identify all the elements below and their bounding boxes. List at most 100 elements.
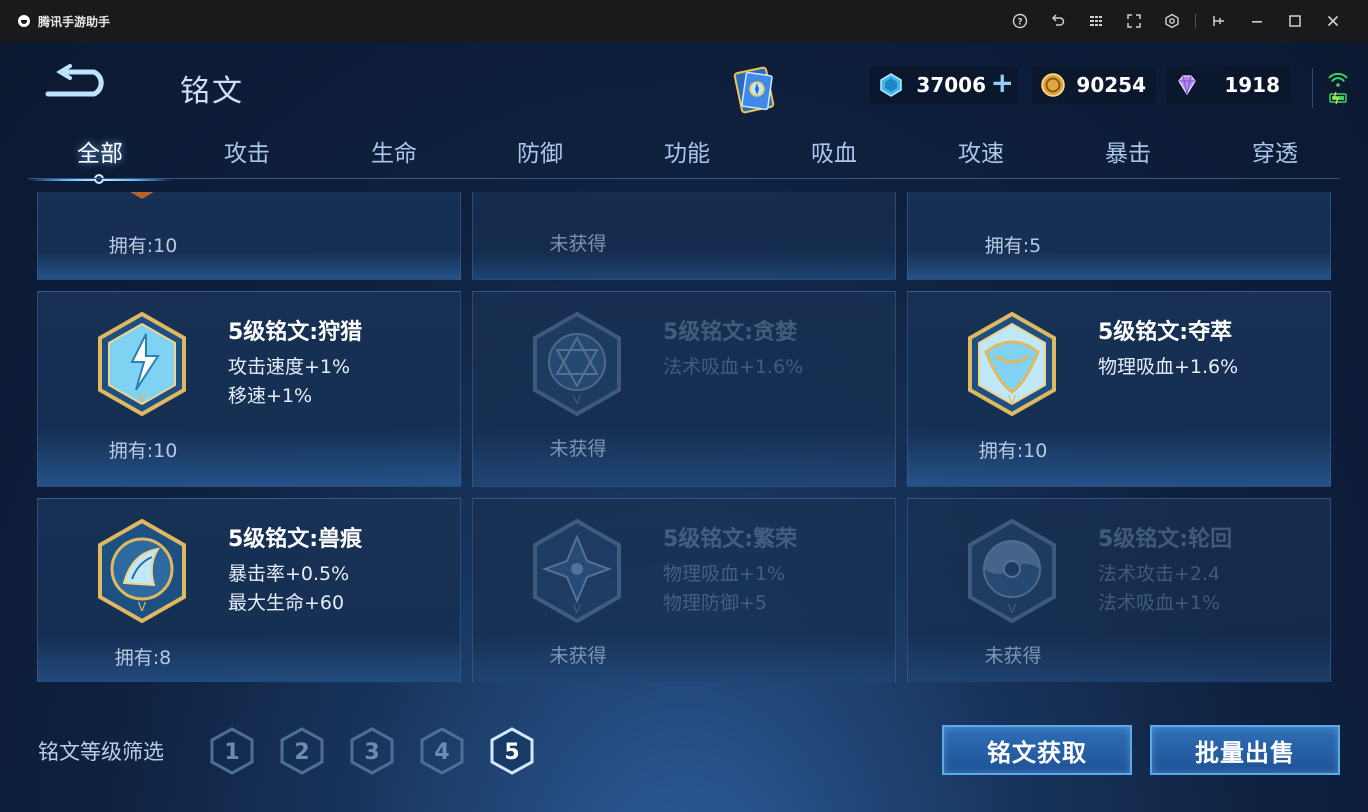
diamond-currency: 37006 + xyxy=(870,66,1018,104)
rune-card-reincarnation[interactable]: V 5级铭文:轮回 法术攻击+2.4 法术吸血+1% 未获得 xyxy=(907,498,1331,682)
tab-lifesteal[interactable]: 吸血 xyxy=(764,134,904,174)
tabs-divider xyxy=(28,178,1340,179)
obtain-rune-button[interactable]: 铭文获取 xyxy=(942,725,1132,775)
rune-attribute: 物理吸血+1.6% xyxy=(1098,356,1239,378)
extract-rune-icon: V xyxy=(968,312,1056,416)
titlebar-divider xyxy=(1195,14,1196,28)
level-number: 4 xyxy=(434,740,449,765)
help-icon[interactable]: ? xyxy=(1001,0,1039,42)
level-filter-label: 铭文等级筛选 xyxy=(38,740,164,764)
reincarnation-rune-icon: V xyxy=(968,519,1056,623)
prosperity-rune-icon: V xyxy=(533,519,621,623)
owned-count: 未获得 xyxy=(549,438,607,460)
owned-count: 拥有:8 xyxy=(114,647,172,669)
svg-text:?: ? xyxy=(1017,18,1022,28)
level-number: 5 xyxy=(504,740,519,765)
rune-card[interactable]: 拥有:10 xyxy=(37,192,461,280)
svg-text:V: V xyxy=(1008,602,1017,616)
svg-text:V: V xyxy=(573,602,582,616)
device-status xyxy=(1312,68,1352,108)
svg-text:V: V xyxy=(1008,393,1017,407)
level-filter-1[interactable]: 1 xyxy=(208,726,256,776)
window-titlebar: 腾讯手游助手 ? xyxy=(0,0,1368,42)
svg-text:V: V xyxy=(138,391,147,405)
rune-attribute: 攻击速度+1% xyxy=(228,356,351,378)
level-number: 1 xyxy=(224,740,239,765)
rune-card-greed[interactable]: V 5级铭文:贪婪 法术吸血+1.6% 未获得 xyxy=(472,291,896,487)
rune-name: 5级铭文:狩猎 xyxy=(228,320,363,345)
tab-utility[interactable]: 功能 xyxy=(617,134,757,174)
add-diamond-button[interactable]: + xyxy=(991,66,1014,99)
rune-card[interactable]: 拥有:5 xyxy=(907,192,1331,280)
diamond-value: 37006 xyxy=(916,73,986,97)
settings-icon[interactable] xyxy=(1153,0,1191,42)
rune-book-icon[interactable] xyxy=(728,64,782,114)
level-filter-5-selected[interactable]: 5 xyxy=(488,726,536,776)
rune-attribute: 物理吸血+1% xyxy=(663,563,786,585)
rune-attribute: 暴击率+0.5% xyxy=(228,563,350,585)
tab-attack[interactable]: 攻击 xyxy=(177,134,317,174)
level-filter-4[interactable]: 4 xyxy=(418,726,466,776)
rune-card-extract[interactable]: V 5级铭文:夺萃 物理吸血+1.6% 拥有:10 xyxy=(907,291,1331,487)
undo-icon[interactable] xyxy=(1039,0,1077,42)
svg-text:V: V xyxy=(138,600,147,614)
tab-defense[interactable]: 防御 xyxy=(470,134,610,174)
minimize-icon[interactable] xyxy=(1238,0,1276,42)
close-icon[interactable] xyxy=(1314,0,1352,42)
tab-penetration[interactable]: 穿透 xyxy=(1205,134,1345,174)
menu-icon[interactable] xyxy=(1077,0,1115,42)
gold-coin-icon xyxy=(1041,73,1065,97)
battery-icon xyxy=(1329,91,1347,105)
rune-card-prosperity[interactable]: V 5级铭文:繁荣 物理吸血+1% 物理防御+5 未获得 xyxy=(472,498,896,682)
rune-card-beast-mark[interactable]: V 5级铭文:兽痕 暴击率+0.5% 最大生命+60 拥有:8 xyxy=(37,498,461,682)
rune-attribute: 最大生命+60 xyxy=(228,592,345,614)
diamond-coupon-icon xyxy=(880,73,902,97)
tab-all[interactable]: 全部 xyxy=(30,134,170,174)
rune-card-hunt[interactable]: V 5级铭文:狩猎 攻击速度+1% 移速+1% 拥有:10 xyxy=(37,291,461,487)
beast-mark-rune-icon: V xyxy=(98,519,186,623)
svg-text:V: V xyxy=(573,393,582,407)
owned-count: 拥有:10 xyxy=(108,235,178,257)
rune-name: 5级铭文:轮回 xyxy=(1098,527,1233,552)
owned-count: 未获得 xyxy=(549,645,607,667)
owned-count: 拥有:10 xyxy=(108,440,178,462)
rune-attribute: 法术攻击+2.4 xyxy=(1098,563,1221,585)
active-tab-dot xyxy=(94,174,104,184)
rune-name: 5级铭文:繁荣 xyxy=(663,527,798,552)
owned-count: 未获得 xyxy=(984,645,1042,667)
tab-health[interactable]: 生命 xyxy=(324,134,464,174)
app-title: 腾讯手游助手 xyxy=(38,14,111,29)
owned-count: 拥有:5 xyxy=(984,235,1042,257)
page-title: 铭文 xyxy=(180,74,244,109)
level-filter-2[interactable]: 2 xyxy=(278,726,326,776)
rune-name: 5级铭文:夺萃 xyxy=(1098,320,1233,345)
owned-count: 拥有:10 xyxy=(978,440,1048,462)
rune-name: 5级铭文:兽痕 xyxy=(228,527,363,552)
level-number: 3 xyxy=(364,740,379,765)
level-number: 2 xyxy=(294,740,309,765)
gold-value: 90254 xyxy=(1076,73,1146,97)
category-tabs: 全部 攻击 生命 防御 功能 吸血 攻速 暴击 穿透 xyxy=(28,134,1340,184)
app-logo-icon xyxy=(18,15,30,27)
greed-rune-icon: V xyxy=(533,312,621,416)
hunt-rune-icon: V xyxy=(98,312,186,416)
crystal-currency: 1918 xyxy=(1166,66,1290,104)
purple-crystal-icon xyxy=(1178,75,1196,96)
crystal-value: 1918 xyxy=(1224,73,1280,97)
tab-attack-speed[interactable]: 攻速 xyxy=(911,134,1051,174)
owned-count: 未获得 xyxy=(549,233,607,255)
level-filter-3[interactable]: 3 xyxy=(348,726,396,776)
rune-icon-partial xyxy=(130,192,154,199)
back-arrow-icon[interactable] xyxy=(42,64,114,104)
rune-attribute: 物理防御+5 xyxy=(663,592,768,614)
maximize-icon[interactable] xyxy=(1276,0,1314,42)
rune-card[interactable]: 未获得 xyxy=(472,192,896,280)
rune-name: 5级铭文:贪婪 xyxy=(663,320,798,345)
fullscreen-icon[interactable] xyxy=(1115,0,1153,42)
rune-grid[interactable]: 拥有:10 未获得 拥有:5 V 5级铭文:狩猎 攻击速度+1% 移速+1% 拥… xyxy=(0,192,1368,682)
tab-crit[interactable]: 暴击 xyxy=(1058,134,1198,174)
pin-icon[interactable] xyxy=(1200,0,1238,42)
rune-attribute: 法术吸血+1% xyxy=(1098,592,1221,614)
batch-sell-button[interactable]: 批量出售 xyxy=(1150,725,1340,775)
gold-currency: 90254 xyxy=(1032,66,1156,104)
